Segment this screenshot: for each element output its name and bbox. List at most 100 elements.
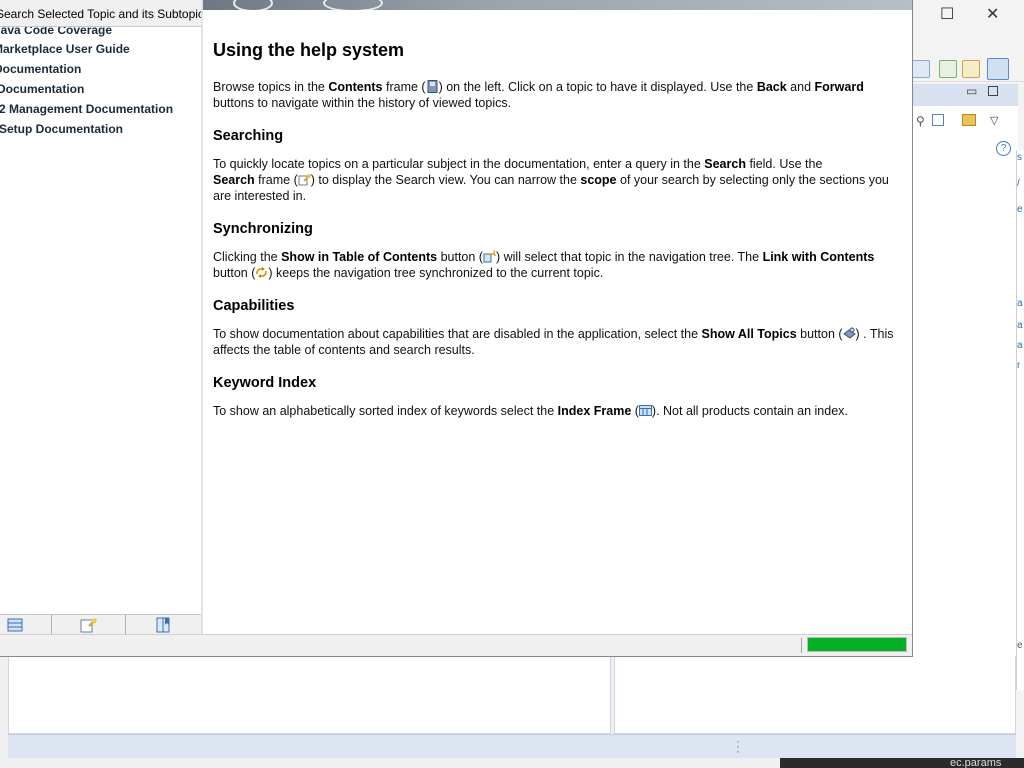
maximize-view-icon[interactable] — [988, 86, 998, 96]
minimize-view-icon[interactable]: ▭ — [966, 84, 977, 98]
text-run: To show documentation about capabilities… — [213, 327, 702, 341]
emphasis: Show All Topics — [701, 327, 797, 341]
intro-paragraph: Browse topics in the Contents frame ( ) o… — [213, 79, 902, 111]
help-content-frame: Using the help system Browse topics in t… — [203, 10, 912, 634]
page-title: Using the help system — [213, 40, 405, 60]
text-run: ) on the left. Click on a topic to have … — [438, 80, 757, 94]
collapse-all-icon[interactable] — [932, 114, 944, 126]
section-heading: Synchronizing — [213, 221, 313, 237]
contents-frame-icon — [427, 80, 438, 93]
text-run: and — [786, 80, 815, 94]
tab-search[interactable] — [52, 615, 126, 635]
text-run: button ( — [213, 266, 256, 280]
link-with-contents-icon — [256, 267, 268, 278]
text-run: frame ( — [382, 80, 426, 94]
section-heading: Searching — [213, 128, 284, 144]
ide-side-scroller — [1016, 150, 1024, 690]
synchronizing-paragraph: Clicking the Show in Table of Contents b… — [213, 249, 902, 281]
keyword-index-paragraph: To show an alphabetically sorted index o… — [213, 403, 902, 419]
ide-bottom-panel-right — [614, 656, 1016, 734]
filter-icon[interactable]: ⚲ — [916, 114, 925, 128]
toc-item[interactable]: 2 Management Documentation — [0, 102, 173, 116]
tab-bookmarks[interactable] — [126, 615, 200, 635]
banner-decoration — [233, 0, 273, 10]
resource-perspective-icon[interactable] — [962, 60, 980, 78]
help-status-bar — [0, 634, 912, 656]
help-window: Search Selected Topic and its Subtopics … — [0, 0, 913, 657]
text-run: ) to display the Search view. You can na… — [310, 173, 581, 187]
emphasis: Show in Table of Contents — [281, 250, 438, 264]
help-banner — [203, 0, 912, 10]
close-icon[interactable]: ✕ — [986, 4, 999, 23]
search-icon — [80, 618, 97, 633]
text-run: button ( — [437, 250, 483, 264]
emphasis: Link with Contents — [762, 250, 875, 264]
progress-fill — [808, 638, 906, 651]
progress-bar — [807, 637, 907, 652]
contents-icon — [7, 618, 22, 632]
emphasis: Index Frame — [557, 404, 632, 418]
toc-search-scope-label: Search Selected Topic and its Subtopics — [0, 7, 201, 21]
help-icon[interactable]: ? — [996, 141, 1011, 156]
emphasis: Back — [756, 80, 787, 94]
emphasis: scope — [580, 173, 617, 187]
bookmark-icon — [156, 617, 170, 633]
text-run: Clicking the — [213, 250, 282, 264]
text-run: button ( — [796, 327, 843, 341]
open-perspective-icon[interactable] — [912, 60, 930, 78]
ide-outline-view: ⚲ ▽ ? — [912, 106, 1018, 662]
ide-view-tabbar: ▭ — [912, 84, 1018, 106]
section-heading: Capabilities — [213, 298, 295, 314]
text-run: ) keeps the navigation tree synchronized… — [268, 266, 604, 280]
ide-bottom-panel-left — [8, 656, 611, 734]
text-run: ) will select that topic in the navigati… — [495, 250, 763, 264]
emphasis: Search — [704, 157, 746, 171]
toc-item[interactable]: Documentation — [0, 82, 84, 96]
ide-perspective-toolbar — [912, 56, 1024, 82]
side-fragment: / — [1017, 178, 1020, 189]
side-fragment: e — [1017, 640, 1023, 651]
emphasis: Contents — [328, 80, 383, 94]
searching-paragraph: To quickly locate topics on a particular… — [213, 156, 902, 204]
text-run: Browse topics in the — [213, 80, 329, 94]
debug-perspective-icon[interactable] — [987, 58, 1009, 80]
status-drag-handle[interactable]: · · · — [736, 735, 740, 757]
emphasis: Forward — [814, 80, 864, 94]
toc-item[interactable]: Documentation — [0, 62, 81, 76]
side-fragment: e — [1017, 204, 1023, 215]
side-fragment: a — [1017, 298, 1023, 309]
banner-decoration — [323, 0, 383, 10]
show-all-topics-icon — [842, 327, 856, 339]
toc-tab-bar — [0, 614, 201, 635]
show-in-toc-icon — [483, 250, 496, 263]
side-fragment: a — [1017, 320, 1023, 331]
text-run: To quickly locate topics on a particular… — [213, 157, 705, 171]
text-run: ). Not all products contain an index. — [651, 404, 848, 418]
side-fragment: r — [1017, 360, 1021, 371]
section-heading: Keyword Index — [213, 375, 317, 391]
search-frame-icon — [298, 174, 311, 186]
ide-status-bar: · · · — [8, 734, 1016, 758]
side-fragment: s — [1017, 152, 1022, 163]
tab-contents[interactable] — [0, 615, 52, 635]
toc-item[interactable]: Java Code Coverage — [0, 27, 112, 37]
toc-panel: Java Code Coverage Marketplace User Guid… — [0, 27, 201, 614]
text-run: ( — [631, 404, 639, 418]
java-perspective-icon[interactable] — [939, 60, 957, 78]
text-run: frame ( — [254, 173, 298, 187]
index-frame-icon — [638, 405, 652, 416]
text-run: buttons to navigate within the history o… — [213, 96, 512, 110]
maximize-icon[interactable]: ☐ — [940, 4, 954, 23]
text-run: field. Use the — [745, 157, 823, 171]
side-fragment: a — [1017, 340, 1023, 351]
toc-item[interactable]: Setup Documentation — [0, 122, 123, 136]
view-menu-icon[interactable]: ▽ — [990, 114, 998, 127]
sync-icon[interactable] — [962, 114, 976, 126]
ide-dark-panel-label: ec.params — [950, 757, 1002, 768]
status-separator — [801, 638, 802, 653]
toc-search-scope-header[interactable]: Search Selected Topic and its Subtopics — [0, 0, 201, 27]
emphasis: Search — [213, 173, 255, 187]
toc-item[interactable]: Marketplace User Guide — [0, 42, 130, 56]
capabilities-paragraph: To show documentation about capabilities… — [213, 326, 902, 358]
text-run: To show an alphabetically sorted index o… — [213, 404, 558, 418]
